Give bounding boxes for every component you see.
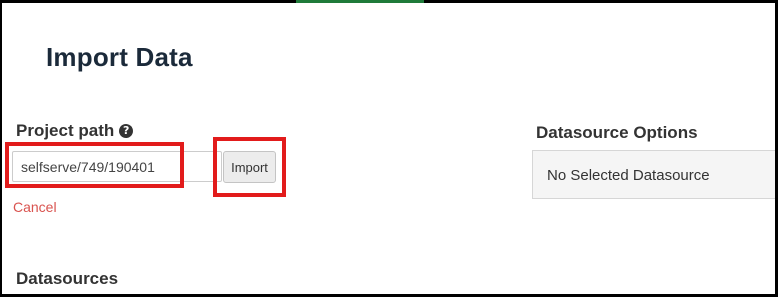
datasources-title: Datasources <box>16 269 119 288</box>
project-path-input[interactable] <box>12 151 222 182</box>
datasource-options-panel: No Selected Datasource <box>532 150 778 199</box>
datasource-options-title: Datasource Options <box>536 123 698 142</box>
no-datasource-text: No Selected Datasource <box>547 167 710 184</box>
page-title: Import Data <box>46 42 193 72</box>
project-path-label: Project path <box>16 121 115 140</box>
top-accent-bar <box>296 0 424 3</box>
cancel-link[interactable]: Cancel <box>13 199 57 215</box>
question-circle-icon[interactable]: ? <box>119 124 134 138</box>
import-button[interactable]: Import <box>223 151 276 183</box>
project-path-label-row: Project path ? <box>16 121 134 141</box>
